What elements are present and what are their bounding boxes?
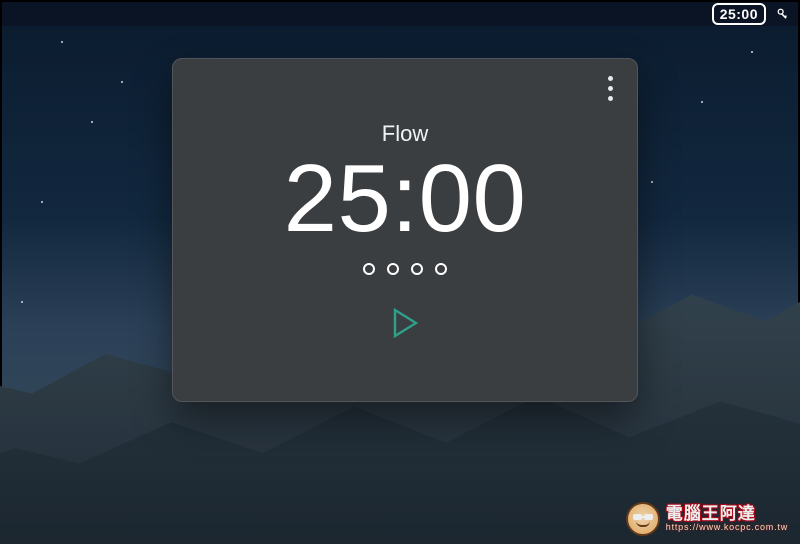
session-dot bbox=[387, 263, 399, 275]
session-dot bbox=[435, 263, 447, 275]
watermark-avatar-icon bbox=[626, 502, 660, 536]
screenshot-frame: 25:00 Flow 25:00 電腦王 bbox=[0, 0, 800, 544]
timer-display: 25:00 bbox=[284, 151, 527, 247]
session-dot bbox=[363, 263, 375, 275]
menubar: 25:00 bbox=[2, 2, 798, 26]
keychain-icon[interactable] bbox=[776, 7, 790, 21]
play-icon bbox=[392, 308, 418, 338]
pomodoro-timer-window: Flow 25:00 bbox=[172, 58, 638, 402]
watermark-url: https://www.kocpc.com.tw bbox=[666, 523, 788, 532]
session-label: Flow bbox=[382, 121, 428, 147]
start-button[interactable] bbox=[385, 303, 425, 343]
source-watermark: 電腦王阿達 https://www.kocpc.com.tw bbox=[626, 502, 788, 536]
more-vertical-icon bbox=[608, 76, 613, 81]
menubar-timer-badge[interactable]: 25:00 bbox=[712, 3, 766, 25]
watermark-title: 電腦王阿達 bbox=[666, 505, 788, 523]
session-dot bbox=[411, 263, 423, 275]
session-progress-dots bbox=[363, 263, 447, 275]
more-options-button[interactable] bbox=[599, 73, 621, 103]
